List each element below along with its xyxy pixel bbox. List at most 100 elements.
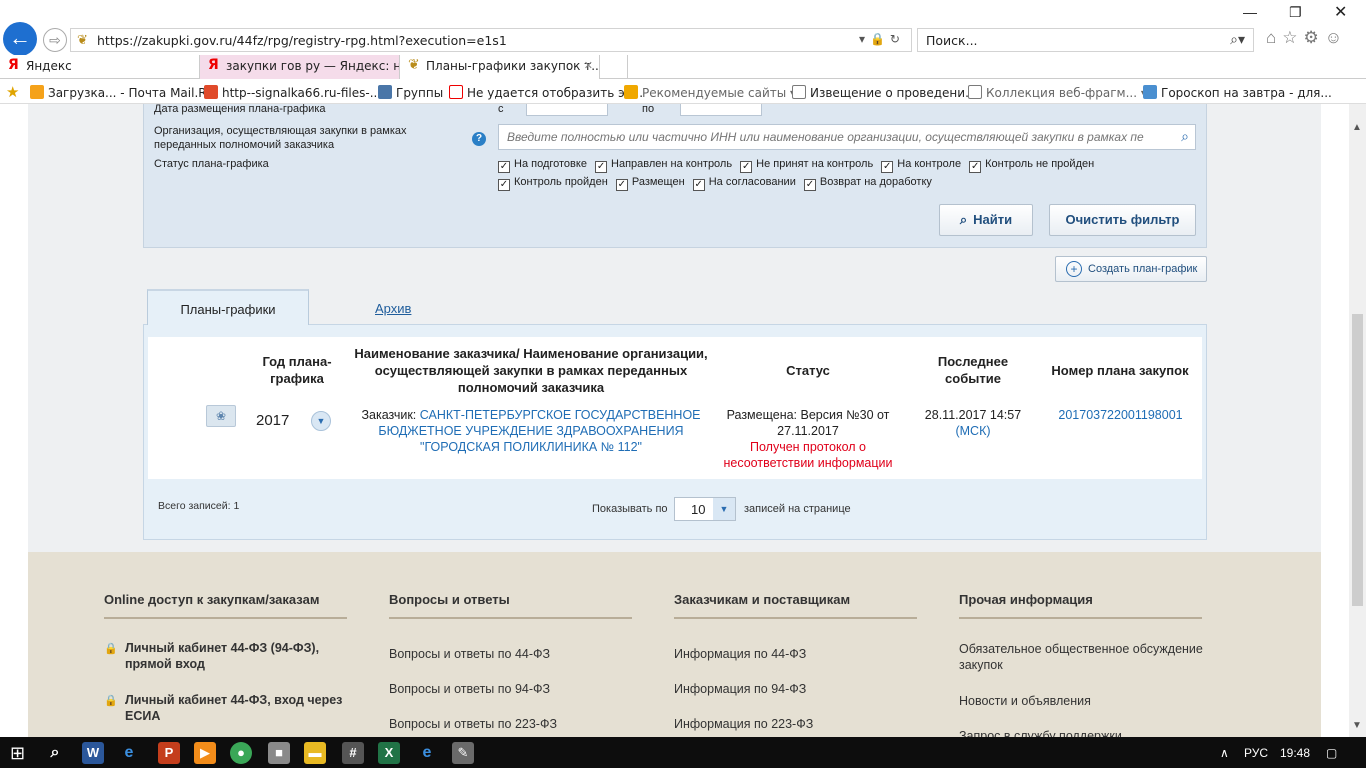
find-button[interactable]: ⌕ Найти xyxy=(939,204,1033,236)
footer-link[interactable]: Вопросы и ответы по 223-ФЗ xyxy=(389,716,557,732)
customer-link[interactable]: САНКТ-ПЕТЕРБУРГСКОЕ ГОСУДАРСТВЕННОЕ БЮДЖ… xyxy=(378,408,700,454)
presentation-icon[interactable]: P xyxy=(158,742,180,764)
app-icon[interactable]: ■ xyxy=(268,742,290,764)
footer-link[interactable]: Запрос в службу поддержки xyxy=(959,728,1122,737)
chevron-down-icon[interactable]: ▼ xyxy=(1352,720,1362,731)
fav-horoscope[interactable]: Гороскоп на завтра - для... xyxy=(1143,85,1332,100)
status-checkbox[interactable]: ✓ Не принят на контроль xyxy=(740,158,873,173)
fav-notice[interactable]: Извещение о проведени... xyxy=(792,85,977,100)
gear-icon[interactable]: ⚙ xyxy=(1304,28,1325,47)
status-checkbox[interactable]: ✓ Контроль пройден xyxy=(498,176,608,191)
status-checkbox[interactable]: ✓ Размещен xyxy=(615,176,685,191)
url-actions[interactable]: ▾🔒↻ xyxy=(859,32,905,46)
search-icon[interactable]: ⌕▾ xyxy=(1230,31,1245,48)
favorites-star-icon[interactable]: ☆ xyxy=(1282,28,1303,47)
excel-icon[interactable]: X xyxy=(378,742,400,764)
notification-icon[interactable]: ▢ xyxy=(1326,746,1337,760)
restore-icon[interactable]: ❐ xyxy=(1289,4,1302,21)
checkbox-check-icon[interactable]: ✓ xyxy=(969,161,982,173)
checkbox-label: На подготовке xyxy=(514,158,587,170)
forward-button[interactable]: ⇨ xyxy=(43,28,67,52)
search-icon[interactable]: ⌕ xyxy=(1181,128,1189,145)
status-checkbox[interactable]: ✓ Контроль не пройден xyxy=(969,158,1094,173)
windows-start-icon[interactable]: ⊞ xyxy=(10,743,25,764)
fav-vk[interactable]: Группы xyxy=(378,85,443,100)
footer-link[interactable]: 🔒 Личный кабинет 44-ФЗ, вход через ЕСИА xyxy=(104,692,354,724)
fav-signalka[interactable]: http--signalka66.ru-files-... xyxy=(204,85,381,100)
checkbox-check-icon[interactable]: ✓ xyxy=(881,161,894,173)
favorites-star-icon[interactable]: ★ xyxy=(6,83,19,101)
internet-explorer-icon[interactable]: e xyxy=(118,742,140,764)
url-field[interactable]: ❦ https://zakupki.gov.ru/44fz/rpg/regist… xyxy=(70,28,912,52)
tab-plans-schedules[interactable]: Планы-графики xyxy=(147,289,309,325)
checkbox-check-icon[interactable]: ✓ xyxy=(595,161,608,173)
per-page-select[interactable]: 10 ▼ xyxy=(674,497,736,521)
date-to-input[interactable] xyxy=(680,104,762,116)
fav-cannot-display[interactable]: Не удается отобразить эт... xyxy=(449,85,643,100)
event-timezone[interactable]: (МСК) xyxy=(918,423,1028,439)
footer-link[interactable]: Новости и объявления xyxy=(959,693,1091,709)
row-plan-number[interactable]: 201703722001198001 xyxy=(1038,407,1203,423)
chrome-icon[interactable]: ● xyxy=(230,742,252,764)
status-checkbox[interactable]: ✓ На контроле xyxy=(881,158,961,173)
home-icon[interactable]: ⌂ xyxy=(1266,28,1282,47)
footer-link[interactable]: Вопросы и ответы по 44-ФЗ xyxy=(389,646,550,662)
folder-icon[interactable]: ▬ xyxy=(304,742,326,764)
footer-link[interactable]: Информация по 94-ФЗ xyxy=(674,681,806,697)
fav-web-slices[interactable]: Коллекция веб-фрагм... ▾ xyxy=(968,85,1147,100)
calculator-icon[interactable]: # xyxy=(342,742,364,764)
tab-yandex[interactable]: Я Яндекс xyxy=(0,55,200,79)
org-search-field[interactable]: ⌕ xyxy=(498,124,1196,150)
fav-mail[interactable]: Загрузка... - Почта Mail.Ru xyxy=(30,85,214,100)
footer-link[interactable]: 🔒 Личный кабинет 44-ФЗ (94-ФЗ), прямой вх… xyxy=(104,640,354,672)
footer-link[interactable]: Информация по 44-ФЗ xyxy=(674,646,806,662)
footer-link[interactable]: Информация по 223-ФЗ xyxy=(674,716,813,732)
back-button[interactable]: ← xyxy=(3,22,37,56)
checkbox-check-icon[interactable]: ✓ xyxy=(740,161,753,173)
clear-filter-button[interactable]: Очистить фильтр xyxy=(1049,204,1196,236)
mail-icon xyxy=(30,85,44,99)
scrollbar-thumb[interactable] xyxy=(1352,314,1363,606)
status-checkbox[interactable]: ✓ Возврат на доработку xyxy=(803,176,932,191)
media-player-icon[interactable]: ▶ xyxy=(194,742,216,764)
paint-icon[interactable]: ✎ xyxy=(452,742,474,764)
search-icon[interactable]: ⌕ xyxy=(44,742,66,764)
checkbox-check-icon[interactable]: ✓ xyxy=(692,179,705,191)
footer-link[interactable]: Обязательное общественное обсуждение зак… xyxy=(959,641,1229,673)
create-plan-button[interactable]: + Создать план-график xyxy=(1055,256,1207,282)
help-icon[interactable]: ? xyxy=(472,132,486,146)
chevron-up-icon[interactable]: ▲ xyxy=(1352,122,1362,133)
status-checkbox[interactable]: ✓ На подготовке xyxy=(498,158,587,173)
fav-recommended[interactable]: Рекомендуемые сайты ▾ xyxy=(624,85,796,100)
checkbox-check-icon[interactable]: ✓ xyxy=(498,161,510,173)
org-search-input[interactable] xyxy=(499,125,1159,149)
date-from-input[interactable] xyxy=(526,104,608,116)
clock[interactable]: 19:48 xyxy=(1280,746,1310,760)
seal-icon[interactable]: ❀ xyxy=(206,405,236,427)
word-icon[interactable]: W xyxy=(82,742,104,764)
chevron-down-icon[interactable]: ▼ xyxy=(713,498,735,520)
checkbox-check-icon[interactable]: ✓ xyxy=(615,179,628,191)
page-scrollbar[interactable]: ▲ ▼ xyxy=(1349,104,1366,737)
minimize-icon[interactable]: — xyxy=(1243,4,1257,20)
close-tab-icon[interactable]: ✕ xyxy=(584,59,593,72)
internet-explorer-icon[interactable]: e xyxy=(416,742,438,764)
footer-link[interactable]: Вопросы и ответы по 94-ФЗ xyxy=(389,681,550,697)
chevron-up-icon[interactable]: ∧ xyxy=(1220,746,1229,760)
new-tab-button[interactable] xyxy=(600,55,628,79)
status-checkbox[interactable]: ✓ Направлен на контроль xyxy=(595,158,732,173)
tab-yandex-search[interactable]: Я закупки гов ру — Яндекс: на... xyxy=(200,55,400,79)
checkbox-check-icon[interactable]: ✓ xyxy=(803,179,816,191)
org-label: Организация, осуществляющая закупки в ра… xyxy=(154,125,407,151)
tab-archive[interactable]: Архив xyxy=(375,301,411,316)
language-indicator[interactable]: РУС xyxy=(1244,746,1268,760)
smiley-icon[interactable]: ☺ xyxy=(1325,28,1348,47)
checkbox-check-icon[interactable]: ✓ xyxy=(498,179,510,191)
lock-icon: 🔒 xyxy=(104,643,118,655)
status-checkbox[interactable]: ✓ На согласовании xyxy=(692,176,796,191)
checkbox-label: На контроле xyxy=(897,158,962,170)
close-icon[interactable]: ✕ xyxy=(1334,2,1347,22)
chevron-down-icon[interactable]: ▼ xyxy=(311,411,331,431)
browser-search-field[interactable]: Поиск... ⌕▾ xyxy=(917,28,1254,52)
tab-plans[interactable]: ❦ Планы-графики закупок т... ✕ xyxy=(400,55,600,79)
